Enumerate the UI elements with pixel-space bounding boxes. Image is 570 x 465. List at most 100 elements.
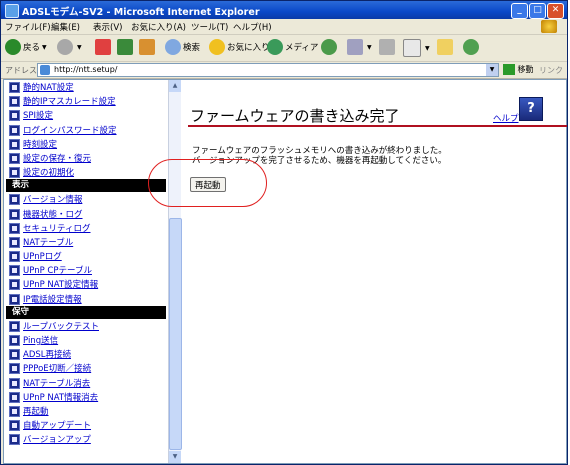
- nav-section-maintenance: 保守: [6, 305, 166, 319]
- menu-tools[interactable]: ツール(T): [191, 21, 228, 33]
- help-question-icon[interactable]: ?: [519, 97, 543, 121]
- nav-item[interactable]: SPI設定: [6, 108, 166, 122]
- nav-item-label[interactable]: ログインパスワード設定: [23, 124, 117, 136]
- nav-item-label[interactable]: バージョンアップ: [23, 433, 91, 445]
- nav-item[interactable]: 静的NAT設定: [6, 80, 166, 94]
- nav-item-label[interactable]: 設定の初期化: [23, 166, 74, 178]
- nav-item[interactable]: NATテーブル: [6, 235, 166, 249]
- nav-item-label[interactable]: 再起動: [23, 405, 49, 417]
- nav-item-label[interactable]: UPnPログ: [23, 250, 62, 262]
- nav-item[interactable]: 自動アップデート: [6, 418, 166, 432]
- edit-button[interactable]: ▼: [403, 39, 430, 57]
- nav-item-label[interactable]: NATテーブル: [23, 236, 73, 248]
- search-button[interactable]: 検索: [165, 39, 200, 57]
- nav-item[interactable]: Ping送信: [6, 333, 166, 347]
- nav-item[interactable]: UPnPログ: [6, 249, 166, 263]
- home-button[interactable]: [139, 39, 157, 57]
- mail-button[interactable]: ▼: [347, 39, 372, 57]
- nav-item-label[interactable]: セキュリティログ: [23, 222, 91, 234]
- nav-item-label[interactable]: UPnP CPテーブル: [23, 264, 92, 276]
- nav-item-label[interactable]: Ping送信: [23, 334, 58, 346]
- nav-item[interactable]: ループバックテスト: [6, 319, 166, 333]
- refresh-button[interactable]: [117, 39, 135, 57]
- nav-bullet-icon: [9, 82, 20, 93]
- messenger-button[interactable]: [463, 39, 481, 57]
- menu-favorites[interactable]: お気に入り(A): [131, 21, 186, 33]
- nav-item[interactable]: ADSL再接続: [6, 347, 166, 361]
- nav-item[interactable]: セキュリティログ: [6, 221, 166, 235]
- title-bar: ADSLモデム-SV2 - Microsoft Internet Explore…: [1, 1, 567, 19]
- nav-item[interactable]: 設定の保存・復元: [6, 151, 166, 165]
- address-dropdown-icon[interactable]: ▼: [486, 64, 498, 76]
- nav-item-label[interactable]: NATテーブル消去: [23, 377, 90, 389]
- nav-bullet-icon: [9, 420, 20, 432]
- toolbar: 戻る ▼ ▼ 検索 お気に入り メディア ▼ ▼: [1, 35, 567, 62]
- menu-view[interactable]: 表示(V): [93, 21, 122, 33]
- nav-menu: 静的NAT設定静的IPマスカレード設定 SPI設定ログインパスワード設定 時刻設定設…: [6, 80, 166, 447]
- menu-help[interactable]: ヘルプ(H): [233, 21, 272, 33]
- back-arrow-icon: [5, 39, 21, 55]
- address-input[interactable]: http://ntt.setup/ ▼: [37, 63, 499, 77]
- nav-bullet-icon: [9, 194, 20, 206]
- scroll-thumb[interactable]: [169, 218, 182, 450]
- nav-item[interactable]: バージョン情報: [6, 192, 166, 206]
- nav-item[interactable]: UPnP NAT設定情報: [6, 277, 166, 291]
- nav-item[interactable]: 静的IPマスカレード設定: [6, 94, 166, 108]
- nav-item[interactable]: PPPoE切断／接続: [6, 361, 166, 375]
- nav-bullet-icon: [9, 293, 20, 305]
- minimize-button[interactable]: _: [511, 3, 528, 19]
- maximize-button[interactable]: □: [529, 3, 546, 19]
- history-button[interactable]: [321, 39, 339, 57]
- nav-item-label[interactable]: ADSL再接続: [23, 348, 71, 360]
- nav-item-label[interactable]: UPnP NAT設定情報: [23, 278, 98, 290]
- windows-logo-icon: [541, 20, 557, 33]
- go-button[interactable]: 移動: [503, 64, 534, 75]
- nav-item[interactable]: バージョンアップ: [6, 432, 166, 446]
- nav-bullet-icon: [9, 363, 20, 375]
- chevron-down-icon: ▼: [367, 43, 372, 51]
- nav-item-label[interactable]: 静的NAT設定: [23, 81, 74, 93]
- scroll-up-icon[interactable]: ▲: [169, 80, 181, 92]
- nav-item-label[interactable]: ループバックテスト: [23, 320, 99, 332]
- favorites-button[interactable]: お気に入り: [209, 39, 270, 57]
- print-button[interactable]: [379, 39, 397, 57]
- nav-item[interactable]: 再起動: [6, 404, 166, 418]
- nav-item-label[interactable]: PPPoE切断／接続: [23, 362, 91, 374]
- nav-item[interactable]: 機器状態・ログ: [6, 207, 166, 221]
- nav-item[interactable]: ログインパスワード設定: [6, 123, 166, 137]
- nav-bullet-icon: [9, 251, 20, 263]
- browser-window: ADSLモデム-SV2 - Microsoft Internet Explore…: [0, 0, 568, 465]
- nav-item-label[interactable]: バージョン情報: [23, 193, 82, 205]
- nav-item-label[interactable]: 時刻設定: [23, 138, 57, 150]
- media-button[interactable]: メディア: [267, 39, 318, 57]
- scroll-down-icon[interactable]: ▼: [169, 451, 181, 463]
- history-icon: [321, 39, 337, 55]
- menu-edit[interactable]: 編集(E): [51, 21, 80, 33]
- nav-item[interactable]: UPnP CPテーブル: [6, 263, 166, 277]
- nav-item[interactable]: NATテーブル消去: [6, 376, 166, 390]
- nav-item-label[interactable]: UPnP NAT情報消去: [23, 391, 98, 403]
- nav-item-label[interactable]: 静的IPマスカレード設定: [23, 95, 116, 107]
- forward-button[interactable]: ▼: [57, 39, 82, 57]
- messenger-icon: [463, 39, 479, 55]
- ie-app-icon: [5, 4, 19, 18]
- discuss-button[interactable]: [437, 39, 455, 57]
- stop-button[interactable]: [95, 39, 113, 57]
- back-button[interactable]: 戻る ▼: [5, 39, 47, 57]
- nav-item-label[interactable]: SPI設定: [23, 109, 53, 121]
- search-icon: [165, 39, 181, 55]
- close-button[interactable]: ✕: [547, 3, 564, 19]
- refresh-icon: [117, 39, 133, 55]
- nav-item[interactable]: IP電話設定情報: [6, 292, 166, 306]
- nav-item-label[interactable]: 自動アップデート: [23, 419, 91, 431]
- help-link[interactable]: ヘルプ: [493, 112, 519, 124]
- nav-item[interactable]: 時刻設定: [6, 137, 166, 151]
- nav-frame: 静的NAT設定静的IPマスカレード設定 SPI設定ログインパスワード設定 時刻設定設…: [4, 80, 168, 463]
- nav-item-label[interactable]: 機器状態・ログ: [23, 208, 83, 220]
- nav-item-label[interactable]: 設定の保存・復元: [23, 152, 91, 164]
- menu-file[interactable]: ファイル(F): [5, 21, 51, 33]
- nav-scrollbar[interactable]: ▲ ▼: [168, 80, 182, 463]
- nav-item[interactable]: UPnP NAT情報消去: [6, 390, 166, 404]
- nav-item-label[interactable]: IP電話設定情報: [23, 293, 82, 305]
- nav-item[interactable]: 設定の初期化: [6, 165, 166, 179]
